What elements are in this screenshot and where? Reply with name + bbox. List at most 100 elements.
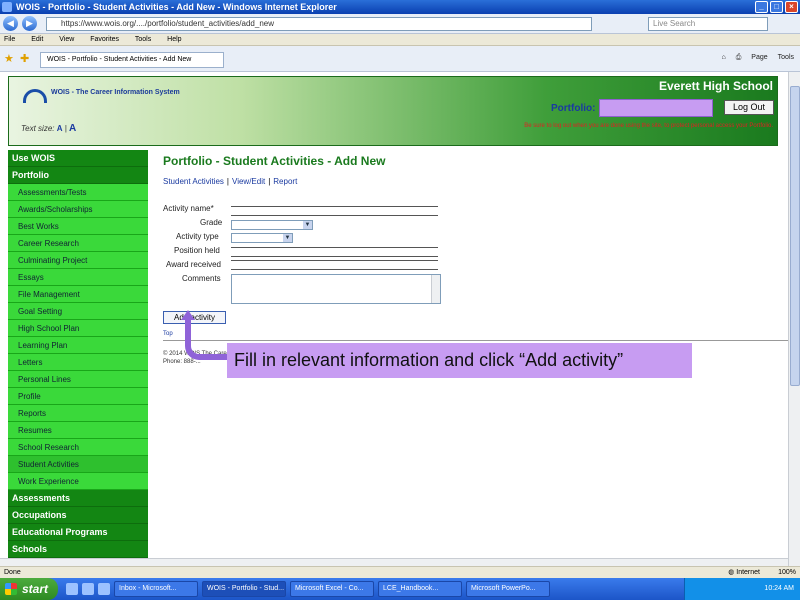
clock[interactable]: 10:24 AM <box>764 585 794 592</box>
menu-favorites[interactable]: Favorites <box>90 36 119 43</box>
menu-help[interactable]: Help <box>167 36 181 43</box>
favorites-star-icon[interactable]: ★ <box>4 52 14 65</box>
sidebar-item-work-experience[interactable]: Work Experience <box>8 473 148 490</box>
grade-label: Grade <box>200 218 223 227</box>
sidebar-item-best-works[interactable]: Best Works <box>8 218 148 235</box>
task-inbox[interactable]: Inbox - Microsoft... <box>114 581 198 597</box>
sidebar-item-letters[interactable]: Letters <box>8 354 148 371</box>
logout-warning: Be sure to log out when you are done usi… <box>524 123 773 129</box>
content-tabs: Student Activities | View/Edit | Report <box>163 177 298 186</box>
text-size-small[interactable]: A <box>57 124 63 133</box>
menu-tools[interactable]: Tools <box>135 36 151 43</box>
sidebar-item-reports[interactable]: Reports <box>8 405 148 422</box>
desktop-launch-icon[interactable] <box>98 583 110 595</box>
sidebar-item-culminating-project[interactable]: Culminating Project <box>8 252 148 269</box>
sidebar-section-assessments[interactable]: Assessments <box>8 490 148 507</box>
sidebar-item-career-research[interactable]: Career Research <box>8 235 148 252</box>
logo-text: WOIS - The Career Information System <box>51 89 180 96</box>
close-button[interactable]: × <box>785 1 798 13</box>
window-title: WOIS - Portfolio - Student Activities - … <box>16 2 337 12</box>
task-wois[interactable]: WOIS - Portfolio - Stud... <box>202 581 286 597</box>
wois-logo[interactable]: WOIS - The Career Information System <box>23 87 180 109</box>
menu-file[interactable]: File <box>4 36 15 43</box>
security-zone: ◍ Internet <box>728 569 760 576</box>
sidebar-item-personal-lines[interactable]: Personal Lines <box>8 371 148 388</box>
sidebar-item-profile[interactable]: Profile <box>8 388 148 405</box>
page-menu[interactable]: Page <box>751 54 767 62</box>
sidebar-item-file-management[interactable]: File Management <box>8 286 148 303</box>
top-link[interactable]: Top <box>163 331 173 337</box>
wois-logo-icon <box>23 89 47 103</box>
grade-select[interactable]: ▼ <box>231 220 313 230</box>
position-held-input[interactable] <box>231 247 438 248</box>
tab-student-activities[interactable]: Student Activities <box>163 177 224 186</box>
dropdown-arrow-icon: ▼ <box>303 221 312 229</box>
portfolio-label: Portfolio: <box>551 103 596 114</box>
award-received-input[interactable] <box>231 260 438 261</box>
menu-bar: File Edit View Favorites Tools Help <box>0 34 800 46</box>
home-icon[interactable]: ⌂ <box>721 54 725 62</box>
tab-view-edit[interactable]: View/Edit <box>232 177 265 186</box>
sidebar-item-assessments-tests[interactable]: Assessments/Tests <box>8 184 148 201</box>
minimize-button[interactable]: _ <box>755 1 768 13</box>
text-size-large[interactable]: A <box>69 123 76 134</box>
site-header: WOIS - The Career Information System Tex… <box>8 76 778 146</box>
logout-button[interactable]: Log Out <box>724 100 774 115</box>
tab-bar: ★ ✚ WOIS - Portfolio - Student Activitie… <box>0 46 800 72</box>
zoom-level[interactable]: 100% <box>778 567 796 578</box>
taskbar: start Inbox - Microsoft... WOIS - Portfo… <box>0 578 800 600</box>
task-excel[interactable]: Microsoft Excel - Co... <box>290 581 374 597</box>
search-input[interactable]: Live Search <box>648 17 768 31</box>
add-favorite-icon[interactable]: ✚ <box>20 52 29 65</box>
sidebar-item-resumes[interactable]: Resumes <box>8 422 148 439</box>
sidebar-section-occupations[interactable]: Occupations <box>8 507 148 524</box>
tab-report[interactable]: Report <box>273 177 297 186</box>
sidebar-section-portfolio[interactable]: Portfolio <box>8 167 148 184</box>
textarea-scrollbar[interactable] <box>431 275 440 303</box>
vertical-scrollbar[interactable] <box>788 72 800 566</box>
forward-icon[interactable]: ▶ <box>22 16 37 31</box>
footer-divider <box>163 340 788 341</box>
scroll-thumb[interactable] <box>790 86 800 386</box>
dropdown-arrow-icon: ▼ <box>283 234 292 242</box>
activity-name-input[interactable] <box>231 206 438 207</box>
back-icon[interactable]: ◀ <box>3 16 18 31</box>
horizontal-scrollbar[interactable] <box>0 558 788 566</box>
portfolio-owner-box <box>599 99 713 117</box>
sidebar-item-high-school-plan[interactable]: High School Plan <box>8 320 148 337</box>
task-handbook[interactable]: LCE_Handbook... <box>378 581 462 597</box>
activity-type-select[interactable]: ▼ <box>231 233 293 243</box>
task-powerpoint[interactable]: Microsoft PowerPo... <box>466 581 550 597</box>
comments-label: Comments <box>182 274 221 283</box>
command-bar: ⌂ ⎙ Page Tools <box>721 54 794 62</box>
sidebar-nav: Use WOIS Portfolio Assessments/Tests Awa… <box>8 150 148 558</box>
browser-tab[interactable]: WOIS - Portfolio - Student Activities - … <box>40 52 224 68</box>
comments-textarea[interactable] <box>231 274 441 304</box>
start-button[interactable]: start <box>0 578 58 600</box>
sidebar-section-schools[interactable]: Schools <box>8 541 148 558</box>
activity-type-label: Activity type <box>176 232 219 241</box>
menu-edit[interactable]: Edit <box>31 36 43 43</box>
status-text: Done <box>4 569 21 576</box>
sidebar-section-educational-programs[interactable]: Educational Programs <box>8 524 148 541</box>
activity-name-label: Activity name* <box>163 204 214 213</box>
address-bar-row: ◀ ▶ https://www.wois.org/..../portfolio/… <box>0 14 800 34</box>
sidebar-item-essays[interactable]: Essays <box>8 269 148 286</box>
activity-name-underline <box>231 215 438 216</box>
sidebar-item-goal-setting[interactable]: Goal Setting <box>8 303 148 320</box>
tools-menu[interactable]: Tools <box>778 54 794 62</box>
ie-launch-icon[interactable] <box>66 583 78 595</box>
sidebar-item-student-activities[interactable]: Student Activities <box>8 456 148 473</box>
sidebar-item-awards[interactable]: Awards/Scholarships <box>8 201 148 218</box>
maximize-button[interactable]: □ <box>770 1 783 13</box>
sidebar-section-use-wois[interactable]: Use WOIS <box>8 150 148 167</box>
sidebar-item-learning-plan[interactable]: Learning Plan <box>8 337 148 354</box>
page-title: Portfolio - Student Activities - Add New <box>163 154 386 168</box>
quick-launch <box>66 583 110 595</box>
sidebar-item-school-research[interactable]: School Research <box>8 439 148 456</box>
print-icon[interactable]: ⎙ <box>736 54 742 62</box>
url-input[interactable]: https://www.wois.org/..../portfolio/stud… <box>46 17 592 31</box>
menu-view[interactable]: View <box>59 36 74 43</box>
instruction-callout: Fill in relevant information and click “… <box>227 343 692 378</box>
outlook-launch-icon[interactable] <box>82 583 94 595</box>
